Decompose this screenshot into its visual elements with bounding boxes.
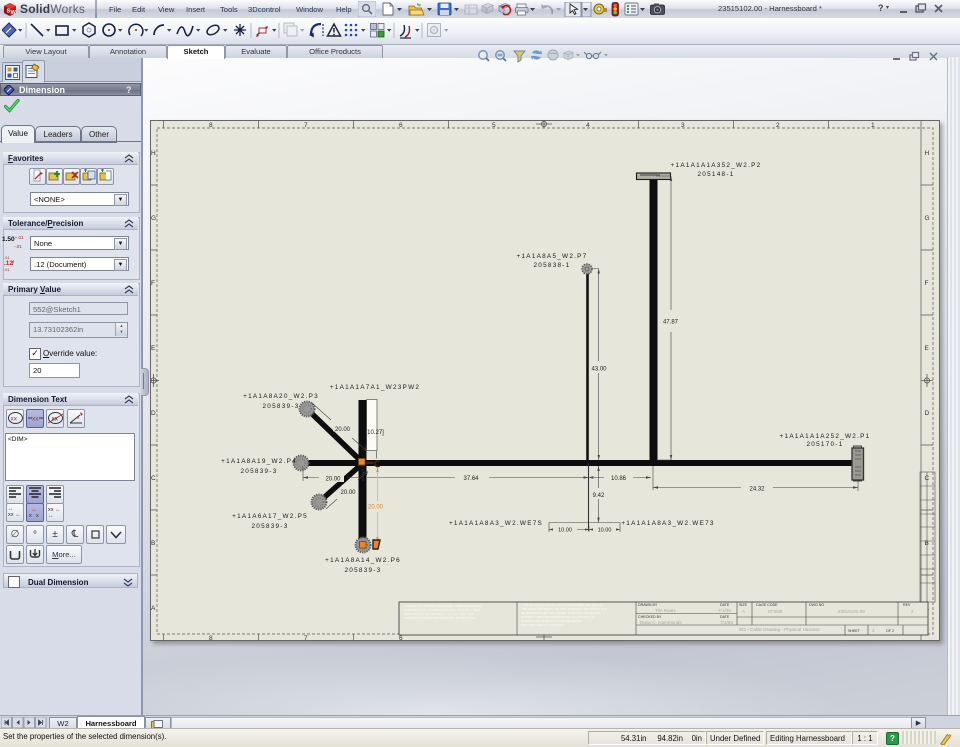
svg-text:DATE: DATE [720, 615, 730, 619]
svg-text:+1A1A1A1A352_W2.P2: +1A1A1A1A352_W2.P2 [671, 162, 762, 169]
svg-text:+1A1A1A1A252_W2.P1: +1A1A1A1A252_W2.P1 [780, 433, 871, 440]
svg-text:+1A1A6A17_W2.P5: +1A1A6A17_W2.P5 [232, 513, 308, 520]
svg-text:H: H [151, 150, 156, 157]
svg-text:[10.27]: [10.27] [366, 430, 385, 436]
svg-text:205170-1: 205170-1 [806, 441, 843, 448]
svg-text:9.42: 9.42 [593, 493, 605, 499]
svg-text:2: 2 [872, 628, 875, 633]
svg-text:+1A1A8A5_W2.P7: +1A1A8A5_W2.P7 [517, 253, 588, 260]
svg-text:+1A1A8A14_W2.P6: +1A1A8A14_W2.P6 [325, 557, 401, 564]
svg-text:10.00: 10.00 [558, 528, 572, 534]
svg-text:+1A1A8A19_W2.P4: +1A1A8A19_W2.P4 [221, 458, 297, 465]
svg-text:x: x [36, 513, 39, 519]
svg-text:xx: xx [8, 512, 14, 518]
svg-text:+1A1A1A8A3_W2.WE73: +1A1A1A8A3_W2.WE73 [621, 520, 714, 527]
svg-text:20.00: 20.00 [325, 477, 341, 483]
svg-text:7: 7 [304, 122, 308, 129]
svg-text:20.00: 20.00 [340, 490, 356, 496]
svg-text:+1A1A8A20_W2.P3: +1A1A8A20_W2.P3 [243, 393, 319, 400]
svg-text:+1A1A1A8A3_W2.WE7S: +1A1A1A8A3_W2.WE7S [449, 520, 543, 527]
svg-text:43.00: 43.00 [591, 367, 607, 373]
svg-text:xx: xx [11, 416, 18, 423]
svg-text:G: G [151, 215, 156, 222]
svg-text:205839-3: 205839-3 [262, 403, 299, 410]
svg-text:E: E [925, 345, 930, 352]
svg-text:x: x [29, 513, 32, 519]
svg-text:5: 5 [492, 122, 496, 129]
svg-text:xx: xx [32, 416, 39, 423]
svg-text:DATE: DATE [720, 603, 730, 607]
svg-text:10.00: 10.00 [598, 528, 612, 534]
svg-text:H: H [925, 150, 930, 157]
svg-text:205148-1: 205148-1 [697, 171, 734, 178]
svg-text:205839-3: 205839-3 [344, 567, 381, 574]
svg-text:THIRD ANGLE PROJECTION USED ON: THIRD ANGLE PROJECTION USED ON DRAWING [404, 616, 477, 620]
svg-text:REV: REV [903, 603, 911, 607]
svg-text:A: A [151, 605, 156, 612]
svg-text:8: 8 [209, 122, 213, 129]
svg-text:47.87: 47.87 [663, 320, 679, 326]
svg-text:CHECKED BY: CHECKED BY [638, 615, 662, 619]
svg-text:20.00: 20.00 [335, 427, 351, 433]
svg-text:24.32: 24.32 [749, 487, 765, 493]
svg-text:CAGE CODE: CAGE CODE [756, 603, 778, 607]
svg-text:E: E [151, 345, 156, 352]
svg-text:37.64: 37.64 [463, 476, 479, 482]
svg-text:↔: ↔ [55, 507, 61, 513]
svg-text:D: D [151, 410, 156, 417]
svg-text:C: C [151, 475, 156, 482]
svg-text:205839-3: 205839-3 [240, 468, 277, 475]
svg-text:DRAWN BY: DRAWN BY [638, 603, 658, 607]
svg-text:3: 3 [681, 122, 685, 129]
svg-text:D: D [925, 410, 930, 417]
svg-text:W2 - Cable Drawing - Physical: W2 - Cable Drawing - Physical Harness [739, 627, 820, 632]
svg-text:↔: ↔ [15, 512, 21, 518]
svg-text:10.86: 10.86 [611, 476, 627, 482]
svg-text:SIZE: SIZE [739, 603, 748, 607]
svg-text:+1A1A1A7A1_W23PW2: +1A1A1A7A1_W23PW2 [330, 384, 420, 391]
svg-text:OF 2: OF 2 [886, 629, 894, 633]
svg-text:F: F [925, 280, 929, 287]
svg-text:205839-3: 205839-3 [251, 523, 288, 530]
svg-text:205838-1: 205838-1 [533, 262, 570, 269]
svg-text:G: G [925, 215, 930, 222]
svg-text:DWG NO: DWG NO [809, 603, 824, 607]
svg-text:6: 6 [399, 122, 403, 129]
svg-text:FOR THE USE OF OUR PART: FOR THE USE OF OUR PART [521, 623, 564, 627]
svg-text:2: 2 [911, 609, 914, 614]
svg-text:7/1/08: 7/1/08 [720, 620, 733, 625]
svg-text:7/1/08: 7/1/08 [718, 608, 731, 613]
svg-text:SHEET: SHEET [848, 629, 861, 633]
svg-text:23515102.00: 23515102.00 [838, 609, 865, 614]
svg-text:↔: ↔ [48, 513, 54, 519]
svg-text:4: 4 [586, 122, 590, 129]
svg-text:Tim Raatz: Tim Raatz [655, 608, 676, 613]
svg-text:Dana C. Hammonds: Dana C. Hammonds [640, 620, 682, 625]
svg-text:1: 1 [871, 122, 875, 129]
svg-text:20.00: 20.00 [368, 505, 384, 511]
svg-text:0TSN0: 0TSN0 [768, 609, 783, 614]
svg-text:F: F [151, 280, 155, 287]
svg-text:xx: xx [52, 416, 59, 423]
svg-text:2: 2 [776, 122, 780, 129]
svg-text:B: B [151, 540, 155, 547]
svg-text:W: W [11, 10, 17, 16]
